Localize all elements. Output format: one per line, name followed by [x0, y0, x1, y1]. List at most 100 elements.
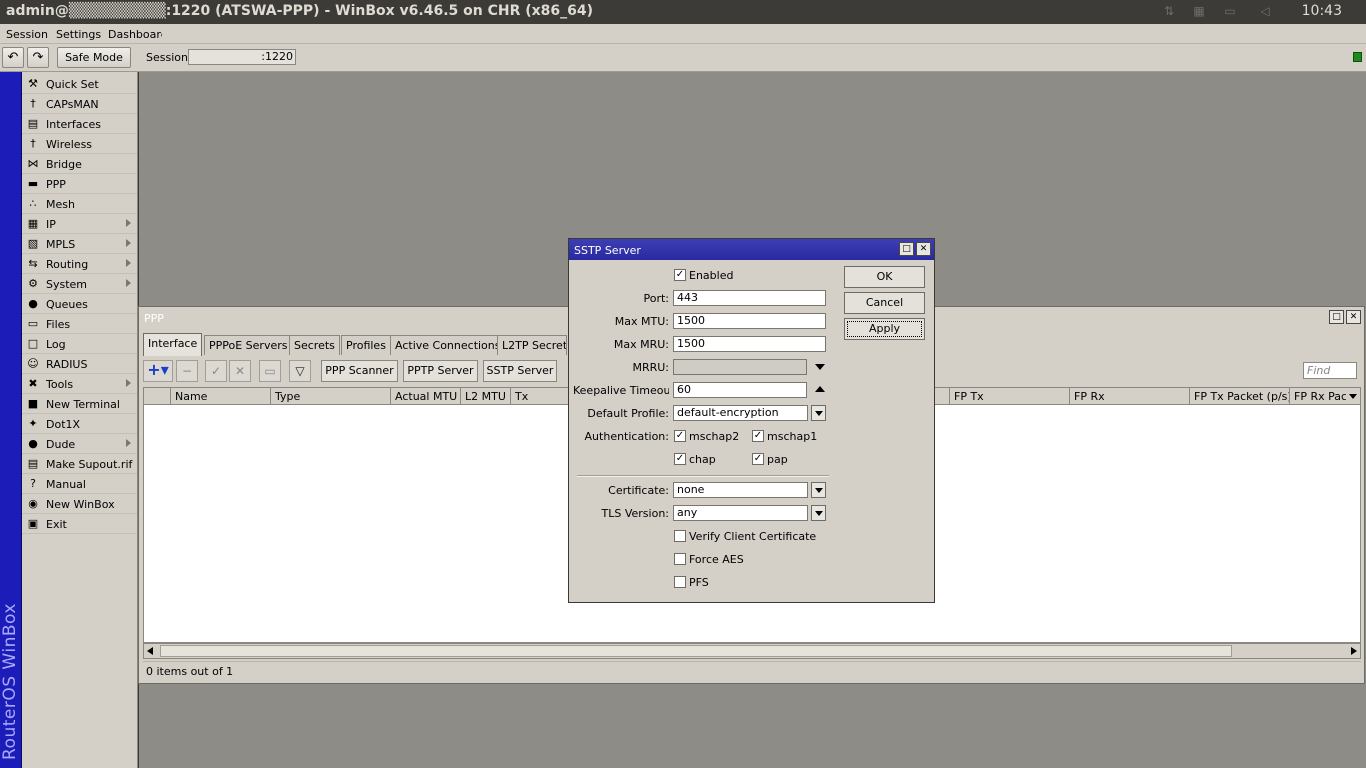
close-icon[interactable]: ✕ [1346, 310, 1361, 324]
chap-checkbox[interactable]: ✓ [674, 453, 686, 465]
horizontal-scrollbar[interactable] [143, 643, 1361, 659]
sidebar-item-quick-set[interactable]: ⚒ Quick Set [22, 74, 137, 94]
cancel-button[interactable]: Cancel [844, 292, 925, 314]
find-input[interactable]: Find [1303, 362, 1357, 379]
sidebar-item-system[interactable]: ⚙ System [22, 274, 137, 294]
scroll-right-icon[interactable] [1351, 647, 1357, 655]
col-fp-tx[interactable]: FP Tx [950, 388, 1070, 405]
sidebar-item-radius[interactable]: ☺ RADIUS [22, 354, 137, 374]
sidebar-item-queues[interactable]: ● Queues [22, 294, 137, 314]
sidebar-item-make-supout-rif[interactable]: ▤ Make Supout.rif [22, 454, 137, 474]
sidebar-item-new-terminal[interactable]: ■ New Terminal [22, 394, 137, 414]
ok-button[interactable]: OK [844, 266, 925, 288]
undo-icon[interactable]: ↶ [2, 47, 24, 68]
tab-pppoe-servers[interactable]: PPPoE Servers [204, 335, 293, 355]
mesh-icon: ∴ [29, 197, 37, 210]
remove-icon[interactable]: − [176, 360, 198, 382]
col-fp-rx-packet[interactable]: FP Rx Packet [1290, 388, 1346, 405]
max-mtu-input[interactable]: 1500 [673, 313, 826, 329]
col-name[interactable]: Name [171, 388, 271, 405]
menu-session[interactable]: Session [6, 28, 48, 41]
columns-dropdown-icon[interactable] [1346, 388, 1360, 405]
tab-l2tp-secrets[interactable]: L2TP Secrets [497, 335, 567, 355]
close-icon[interactable]: ✕ [916, 242, 931, 256]
battery-icon[interactable]: ▭ [1218, 4, 1242, 20]
filter-icon[interactable]: ▽ [289, 360, 311, 382]
mschap1-checkbox[interactable]: ✓ [752, 430, 764, 442]
apply-button[interactable]: Apply [844, 318, 925, 340]
mschap2-checkbox[interactable]: ✓ [674, 430, 686, 442]
pap-checkbox[interactable]: ✓ [752, 453, 764, 465]
scroll-thumb[interactable] [160, 645, 1232, 657]
volume-icon[interactable]: ◁ [1256, 4, 1274, 20]
sidebar-item-wireless[interactable]: † Wireless [22, 134, 137, 154]
sidebar-item-mpls[interactable]: ▧ MPLS [22, 234, 137, 254]
enabled-checkbox[interactable]: ✓ [674, 269, 686, 281]
sidebar-item-ip[interactable]: ▦ IP [22, 214, 137, 234]
col-fp-tx-packet[interactable]: FP Tx Packet (p/s) [1190, 388, 1290, 405]
sidebar-item-exit[interactable]: ▣ Exit [22, 514, 137, 534]
window-title: admin@▒▒▒▒▒▒▒▒▒:1220 (ATSWA-PPP) - WinBo… [6, 3, 594, 19]
comment-icon[interactable]: ▭ [259, 360, 281, 382]
verify-client-cert-checkbox[interactable] [674, 530, 686, 542]
scroll-left-icon[interactable] [147, 647, 153, 655]
max-mru-input[interactable]: 1500 [673, 336, 826, 352]
tab-active-connections[interactable]: Active Connections [390, 335, 506, 355]
redo-icon[interactable]: ↷ [27, 47, 49, 68]
sidebar-item-dude[interactable]: ● Dude [22, 434, 137, 454]
pap-label: pap [767, 453, 788, 466]
col-flags[interactable] [144, 388, 171, 405]
sidebar-item-capsman[interactable]: † CAPsMAN [22, 94, 137, 114]
maximize-icon[interactable]: □ [1329, 310, 1344, 324]
sidebar-item-log[interactable]: □ Log [22, 334, 137, 354]
safe-mode-button[interactable]: Safe Mode [57, 47, 131, 68]
keyboard-icon[interactable]: ▦ [1190, 4, 1208, 20]
default-profile-select[interactable]: default-encryption [673, 405, 808, 421]
sidebar-item-mesh[interactable]: ∴ Mesh [22, 194, 137, 214]
port-input[interactable]: 443 [673, 290, 826, 306]
sidebar-item-interfaces[interactable]: ▤ Interfaces [22, 114, 137, 134]
sstp-server-button[interactable]: SSTP Server [483, 360, 557, 382]
col-l2-mtu[interactable]: L2 MTU [461, 388, 511, 405]
tab-interface[interactable]: Interface [143, 333, 203, 356]
sidebar-item-label: New WinBox [46, 498, 115, 511]
sstp-titlebar[interactable]: SSTP Server □ ✕ [569, 239, 934, 260]
clock[interactable]: 10:43 [1302, 3, 1342, 19]
chevron-down-icon[interactable] [811, 482, 826, 498]
sidebar-item-ppp[interactable]: ▬ PPP [22, 174, 137, 194]
pfs-checkbox[interactable] [674, 576, 686, 588]
chevron-down-icon[interactable] [811, 505, 826, 521]
sidebar-item-bridge[interactable]: ⋈ Bridge [22, 154, 137, 174]
pptp-server-button[interactable]: PPTP Server [403, 360, 478, 382]
sidebar-item-tools[interactable]: ✖ Tools [22, 374, 137, 394]
disable-icon[interactable]: ✕ [229, 360, 251, 382]
certificate-select[interactable]: none [673, 482, 808, 498]
menu-settings[interactable]: Settings [56, 28, 101, 41]
enable-icon[interactable]: ✓ [205, 360, 227, 382]
keepalive-input[interactable]: 60 [673, 382, 807, 398]
sidebar-item-manual[interactable]: ? Manual [22, 474, 137, 494]
tab-secrets[interactable]: Secrets [289, 335, 340, 355]
network-icon[interactable]: ⇅ [1160, 4, 1178, 20]
add-icon[interactable]: +▾ [143, 360, 173, 382]
expand-icon[interactable] [815, 364, 825, 370]
sidebar-item-dot1x[interactable]: ✦ Dot1X [22, 414, 137, 434]
tls-version-select[interactable]: any [673, 505, 808, 521]
log-icon: □ [27, 337, 39, 350]
maximize-icon[interactable]: □ [899, 242, 914, 256]
menu-dashboard[interactable]: Dashboard [108, 28, 162, 41]
force-aes-checkbox[interactable] [674, 553, 686, 565]
enabled-label: Enabled [689, 269, 734, 282]
tab-profiles[interactable]: Profiles [341, 335, 391, 355]
col-type[interactable]: Type [271, 388, 391, 405]
mrru-input[interactable] [673, 359, 807, 375]
sidebar-item-new-winbox[interactable]: ◉ New WinBox [22, 494, 137, 514]
sidebar-item-routing[interactable]: ⇆ Routing [22, 254, 137, 274]
col-fp-rx[interactable]: FP Rx [1070, 388, 1190, 405]
sidebar-item-files[interactable]: ▭ Files [22, 314, 137, 334]
col-actual-mtu[interactable]: Actual MTU [391, 388, 461, 405]
collapse-icon[interactable] [815, 386, 825, 392]
sidebar-item-label: Queues [46, 298, 88, 311]
ppp-scanner-button[interactable]: PPP Scanner [321, 360, 398, 382]
chevron-down-icon[interactable] [811, 405, 826, 421]
